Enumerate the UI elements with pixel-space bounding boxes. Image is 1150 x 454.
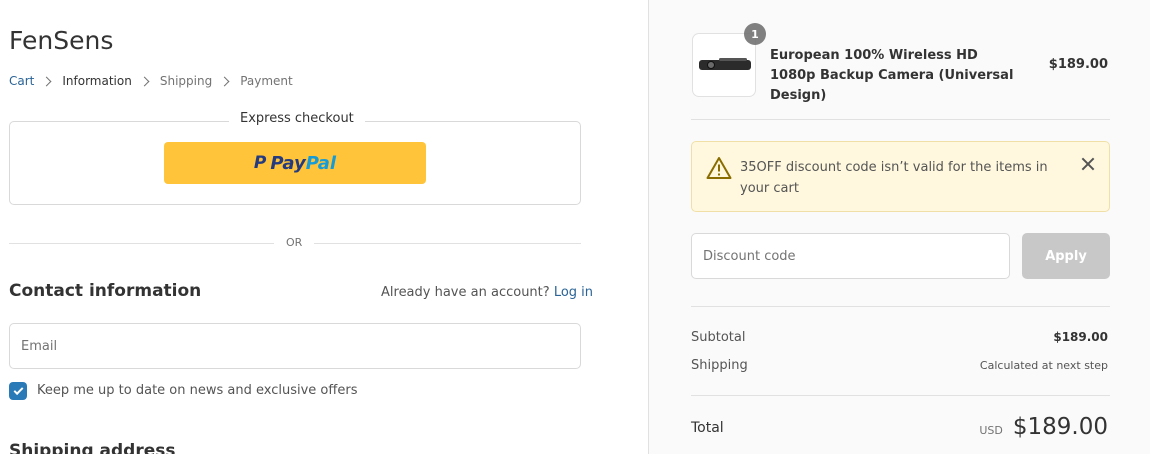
total-value: $189.00 <box>1012 414 1108 440</box>
paypal-logo-pay: Pay <box>270 152 306 174</box>
section-divider <box>691 119 1110 120</box>
discount-error-alert: 35OFF discount code isn’t valid for the … <box>691 141 1110 212</box>
backup-camera-image <box>699 57 751 73</box>
chevron-right-icon <box>139 76 150 86</box>
shipping-address-title: Shipping address <box>9 441 176 454</box>
product-thumbnail <box>692 33 756 97</box>
product-name: European 100% Wireless HD 1080p Backup C… <box>770 48 1014 103</box>
store-name[interactable]: FenSens <box>9 26 113 55</box>
shipping-label: Shipping <box>691 358 748 373</box>
breadcrumb-information: Information <box>62 74 132 88</box>
paypal-logo-pal: Pal <box>305 152 337 174</box>
paypal-icon: P <box>253 153 267 173</box>
product-price: $189.00 <box>1048 57 1108 72</box>
shipping-value: Calculated at next step <box>979 359 1108 372</box>
chevron-right-icon <box>219 76 230 86</box>
account-prompt-text: Already have an account? <box>381 285 550 300</box>
newsletter-label[interactable]: Keep me up to date on news and exclusive… <box>37 383 357 398</box>
total-amount: USD $189.00 <box>979 414 1108 440</box>
discount-code-input[interactable] <box>691 233 1010 279</box>
login-link[interactable]: Log in <box>554 285 593 300</box>
alert-message-text: discount code isn’t valid for the items … <box>740 160 1048 196</box>
contact-information-title: Contact information <box>9 281 202 301</box>
order-summary-sidebar: 1 European 100% Wireless HD 1080p Backup… <box>648 0 1150 454</box>
close-icon[interactable] <box>1081 157 1095 171</box>
breadcrumb-payment: Payment <box>240 74 293 88</box>
email-field[interactable] <box>9 323 581 369</box>
section-divider <box>691 306 1110 307</box>
paypal-button[interactable]: P Pay Pal <box>164 142 426 184</box>
account-prompt: Already have an account? Log in <box>381 285 593 300</box>
or-divider-label: OR <box>274 236 315 249</box>
paypal-logo: P Pay Pal <box>254 153 336 174</box>
subtotal-value: $189.00 <box>1053 330 1108 344</box>
chevron-right-icon <box>41 76 52 86</box>
quantity-badge: 1 <box>744 23 766 45</box>
newsletter-checkbox[interactable] <box>9 382 27 400</box>
checkmark-icon <box>13 384 23 395</box>
alert-message: 35OFF discount code isn’t valid for the … <box>740 157 1070 199</box>
express-checkout-title: Express checkout <box>229 111 365 126</box>
warning-icon <box>706 157 732 179</box>
subtotal-label: Subtotal <box>691 330 746 345</box>
total-label: Total <box>691 420 724 436</box>
apply-discount-button[interactable]: Apply <box>1022 233 1110 279</box>
alert-discount-code: 35OFF <box>740 160 782 175</box>
section-divider <box>691 395 1110 396</box>
checkout-main: FenSens Cart Information Shipping Paymen… <box>0 0 648 454</box>
currency-code: USD <box>979 424 1003 437</box>
breadcrumb-cart[interactable]: Cart <box>9 74 34 88</box>
breadcrumb: Cart Information Shipping Payment <box>9 74 293 88</box>
breadcrumb-shipping: Shipping <box>159 74 213 88</box>
